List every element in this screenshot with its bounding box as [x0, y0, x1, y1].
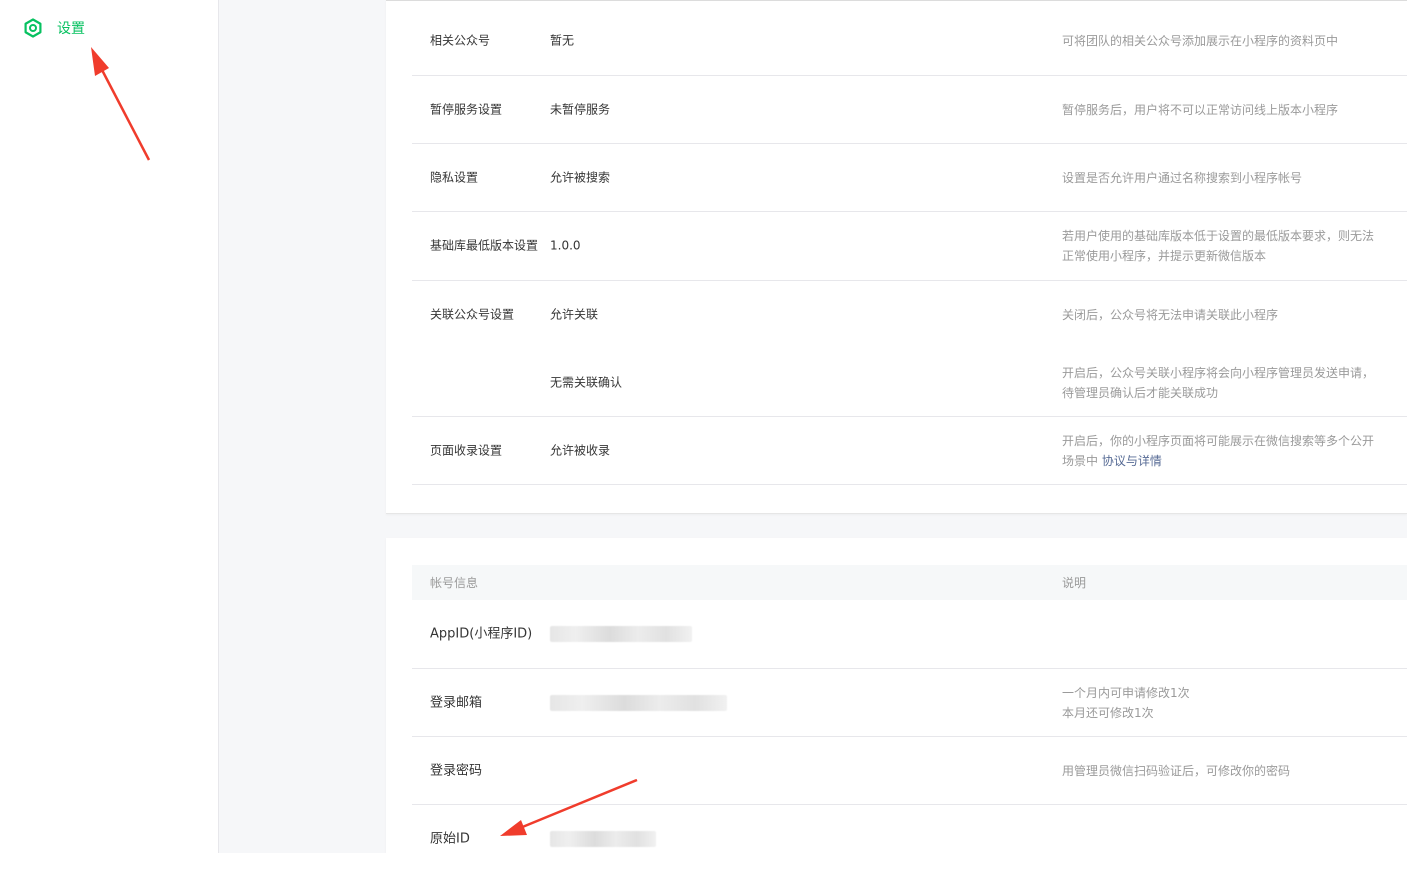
sidebar-item-settings[interactable]: 设置: [22, 17, 85, 39]
setting-row-link-confirmation: 无需关联确认 开启后，公众号关联小程序将会向小程序管理员发送申请，待管理员确认后…: [412, 349, 1407, 417]
row-description: 一个月内可申请修改1次 本月还可修改1次: [1062, 683, 1382, 723]
sidebar-item-label: 设置: [57, 21, 85, 37]
row-label: AppID(小程序ID): [430, 626, 533, 642]
row-label: 关联公众号设置: [430, 307, 515, 322]
row-value: 未暂停服务: [550, 102, 611, 116]
settings-card: 相关公众号 暂无 可将团队的相关公众号添加展示在小程序的资料页中 暂停服务设置 …: [386, 0, 1407, 514]
row-description: 开启后，公众号关联小程序将会向小程序管理员发送申请，待管理员确认后才能关联成功: [1062, 365, 1375, 400]
row-description: 可将团队的相关公众号添加展示在小程序的资料页中: [1062, 34, 1339, 48]
row-label: 相关公众号: [430, 33, 491, 48]
row-value: 暂无: [550, 33, 575, 48]
setting-row-related-account: 相关公众号 暂无 可将团队的相关公众号添加展示在小程序的资料页中: [412, 7, 1407, 76]
row-label: 暂停服务设置: [430, 102, 503, 116]
row-description: 若用户使用的基础库版本低于设置的最低版本要求，则无法正常使用小程序，并提示更新微…: [1062, 229, 1375, 263]
row-label: 页面收录设置: [430, 443, 503, 457]
description-line: 本月还可修改1次: [1062, 705, 1154, 720]
setting-row-page-indexing: 页面收录设置 允许被收录 开启后，你的小程序页面将可能展示在微信搜索等多个公开场…: [412, 417, 1407, 485]
row-label: 登录密码: [430, 763, 483, 778]
header-description: 说明: [1062, 576, 1087, 590]
header-account-info: 帐号信息: [430, 576, 479, 590]
original-id-value-redacted: [550, 831, 656, 847]
account-row-original-id: 原始ID: [412, 805, 1407, 853]
account-info-card: 帐号信息 说明 AppID(小程序ID) 登录邮箱 一个月内可申请修改1次 本月还…: [386, 538, 1407, 853]
setting-row-min-lib-version: 基础库最低版本设置 1.0.0 若用户使用的基础库版本低于设置的最低版本要求，则…: [412, 212, 1407, 281]
secondary-column: [219, 0, 386, 853]
sidebar: 设置: [0, 0, 219, 853]
row-description: 设置是否允许用户通过名称搜索到小程序帐号: [1062, 170, 1303, 185]
row-label: 基础库最低版本设置: [430, 238, 539, 253]
row-label: 原始ID: [430, 831, 470, 847]
appid-value-redacted: [550, 626, 692, 642]
description-line: 一个月内可申请修改1次: [1062, 685, 1190, 700]
row-value: 允许关联: [550, 307, 599, 322]
setting-row-linked-account: 关联公众号设置 允许关联 关闭后，公众号将无法申请关联此小程序: [412, 281, 1407, 349]
row-label: 登录邮箱: [430, 695, 483, 710]
row-description: 开启后，你的小程序页面将可能展示在微信搜索等多个公开场景中 协议与详情: [1062, 431, 1382, 471]
gear-icon: [22, 17, 44, 39]
row-value: 无需关联确认: [550, 375, 623, 389]
row-label: 隐私设置: [430, 170, 479, 184]
agreement-details-link[interactable]: 协议与详情: [1102, 454, 1162, 468]
row-value: 允许被搜索: [550, 170, 611, 184]
account-row-login-email: 登录邮箱 一个月内可申请修改1次 本月还可修改1次: [412, 669, 1407, 737]
account-row-login-password: 登录密码 用管理员微信扫码验证后，可修改你的密码: [412, 737, 1407, 805]
table-header: 帐号信息 说明: [412, 565, 1407, 600]
account-row-appid: AppID(小程序ID): [412, 600, 1407, 669]
row-value: 允许被收录: [550, 443, 611, 457]
setting-row-pause-service: 暂停服务设置 未暂停服务 暂停服务后，用户将不可以正常访问线上版本小程序: [412, 76, 1407, 144]
row-value: 1.0.0: [550, 238, 581, 253]
row-description: 暂停服务后，用户将不可以正常访问线上版本小程序: [1062, 102, 1339, 117]
email-value-redacted: [550, 694, 727, 711]
page-frame: 设置 相关公众号 暂无 可将团队的相关公众号添加展示在小程序的资料页中 暂停服务…: [0, 0, 1407, 853]
row-description: 用管理员微信扫码验证后，可修改你的密码: [1062, 763, 1291, 778]
row-description: 关闭后，公众号将无法申请关联此小程序: [1062, 308, 1279, 322]
setting-row-privacy: 隐私设置 允许被搜索 设置是否允许用户通过名称搜索到小程序帐号: [412, 144, 1407, 212]
